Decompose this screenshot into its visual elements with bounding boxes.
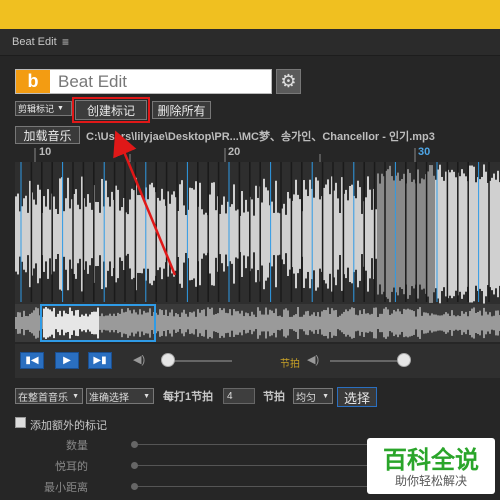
min-distance-slider-knob[interactable] [131, 483, 138, 490]
quantity-slider-knob[interactable] [131, 441, 138, 448]
file-path: C:\Users\lilyjae\Desktop\PR...\MC梦、송가인、C… [86, 131, 435, 143]
quantity-label: 数量 [66, 440, 88, 452]
logo-b-icon: b [16, 70, 50, 93]
min-distance-label: 最小距离 [44, 482, 88, 494]
extra-markers-checkbox[interactable] [15, 417, 26, 428]
load-music-button[interactable]: 加载音乐 [15, 126, 80, 144]
panel-titlebar [0, 29, 500, 56]
ruler-label: 20 [228, 146, 241, 158]
create-marker-button[interactable]: 创建标记 [75, 100, 147, 120]
pleasant-slider-knob[interactable] [131, 462, 138, 469]
align-select[interactable]: 均匀 ▼ [293, 388, 333, 404]
skip-back-icon[interactable]: ▮◀ [20, 352, 44, 369]
select-button[interactable]: 选择 [337, 387, 377, 407]
pleasant-label: 悦耳的 [55, 461, 88, 473]
edit-marker-select[interactable]: 剪辑标记 ▼ [15, 101, 72, 116]
logo-banner: b Beat Edit [15, 69, 272, 94]
mode-select[interactable]: 准确选择 ▼ [86, 388, 154, 404]
pleasant-slider[interactable] [135, 465, 367, 466]
min-distance-slider[interactable] [135, 486, 367, 487]
volume-slider-knob[interactable] [160, 353, 175, 367]
waveform-overview [15, 304, 500, 342]
waveform-view[interactable] [15, 162, 500, 342]
beat-volume-slider-knob[interactable] [397, 353, 412, 367]
beat-volume-icon: ◀) [307, 354, 320, 366]
delete-all-button[interactable]: 删除所有 [152, 101, 211, 119]
every-label: 每打1节拍 [163, 391, 214, 403]
gear-icon[interactable]: ⚙ [276, 69, 301, 94]
beat-label: 节拍 [263, 391, 285, 403]
play-icon[interactable]: ▶ [55, 352, 79, 369]
beats-input[interactable]: 4 [223, 388, 255, 404]
transport-bar: ▮◀ ▶ ▶▮ ◀) ◀) [15, 344, 500, 378]
scope-select[interactable]: 在整首音乐 ▼ [15, 388, 83, 404]
volume-icon: ◀) [133, 354, 146, 366]
timeline-ruler: 10 20 30 [15, 146, 500, 162]
beat-volume-label: 节拍 [280, 359, 300, 370]
top-banner [0, 0, 500, 29]
quantity-slider[interactable] [135, 444, 367, 445]
panel-title: Beat Edit [12, 36, 57, 48]
ruler-label: 30 [418, 146, 431, 158]
ruler-label: 10 [39, 146, 52, 158]
logo-text: Beat Edit [58, 72, 127, 91]
watermark-logo: 百科全说 助你轻松解决 [367, 438, 495, 494]
hamburger-icon[interactable]: ≡ [62, 35, 69, 49]
extra-markers-label: 添加额外的标记 [30, 420, 107, 432]
skip-forward-icon[interactable]: ▶▮ [88, 352, 112, 369]
